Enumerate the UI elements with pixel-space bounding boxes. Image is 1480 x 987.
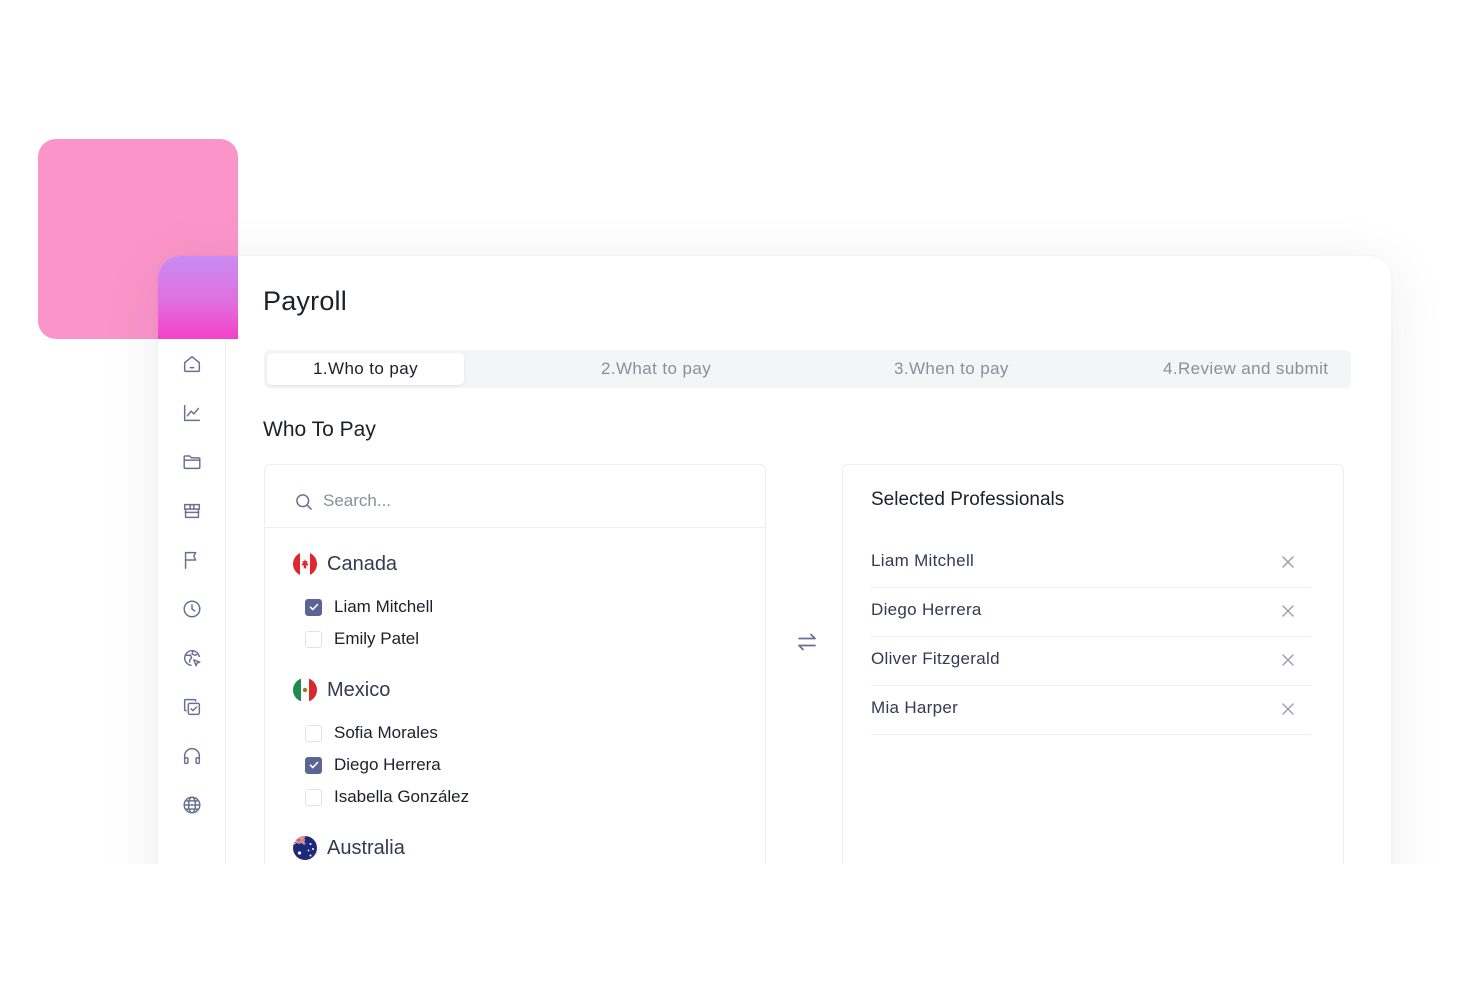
close-icon [1282,654,1294,666]
bottom-crop [0,864,1480,987]
stage: Payroll 1.Who to pay 2.What to pay 3.Whe… [0,0,1480,987]
check-icon [309,761,318,769]
selected-name: Liam Mitchell [871,551,975,570]
country-group-mexico: Mexico [293,678,390,702]
sidebar [158,256,226,956]
remove-diego-herrera-button[interactable] [1279,602,1297,620]
person-name: Sofia Morales [334,723,438,742]
home-icon[interactable] [180,352,204,376]
close-icon [1282,556,1294,568]
close-icon [1282,703,1294,715]
person-name: Isabella González [334,787,470,806]
country-group-australia: Australia [293,836,405,860]
step-who-to-pay[interactable]: 1.Who to pay [267,353,464,385]
checkbox-isabella-gonzalez[interactable] [305,788,322,806]
copy-check-icon[interactable] [180,695,204,719]
remove-mia-harper-button[interactable] [1279,700,1297,718]
selected-item: Mia Harper [871,686,1311,735]
decorative-gradient-corner [158,256,238,339]
selected-professionals-title: Selected Professionals [871,489,1065,510]
selected-item: Diego Herrera [871,588,1311,637]
person-name: Diego Herrera [334,755,441,774]
stepper: 1.Who to pay 2.What to pay 3.When to pay… [264,350,1351,388]
close-icon [1282,605,1294,617]
canada-flag-icon [293,552,317,576]
person-row-liam-mitchell[interactable]: Liam Mitchell [305,597,433,617]
search-bar [265,465,765,528]
store-icon[interactable] [180,499,204,523]
search-icon [296,494,312,510]
country-group-canada: Canada [293,552,397,576]
checkbox-diego-herrera[interactable] [305,756,322,774]
person-name: Liam Mitchell [334,597,434,616]
payroll-window: Payroll 1.Who to pay 2.What to pay 3.Whe… [158,256,1391,956]
chart-icon[interactable] [180,401,204,425]
country-label: Australia [327,836,405,859]
section-title: Who To Pay [263,418,376,441]
step-review-and-submit[interactable]: 4.Review and submit [1163,350,1328,388]
globe-cursor-icon[interactable] [180,646,204,670]
checkbox-emily-patel[interactable] [305,630,322,648]
step-when-to-pay[interactable]: 3.When to pay [894,350,1009,388]
australia-flag-icon [293,836,317,860]
page-title: Payroll [263,286,347,316]
checkbox-sofia-morales[interactable] [305,724,322,742]
checkbox-liam-mitchell[interactable] [305,598,322,616]
country-label: Mexico [327,678,391,701]
globe-icon[interactable] [180,793,204,817]
selected-item: Oliver Fitzgerald [871,637,1311,686]
person-row-sofia-morales[interactable]: Sofia Morales [305,723,438,743]
person-name: Emily Patel [334,629,420,648]
selected-item: Liam Mitchell [871,539,1311,588]
mexico-flag-icon [293,678,317,702]
step-what-to-pay[interactable]: 2.What to pay [601,350,711,388]
folder-icon[interactable] [180,450,204,474]
person-row-isabella-gonzalez[interactable]: Isabella González [305,787,469,807]
swap-arrows-icon[interactable] [795,630,819,654]
selected-name: Diego Herrera [871,600,982,619]
selected-name: Oliver Fitzgerald [871,649,1000,668]
remove-oliver-fitzgerald-button[interactable] [1279,651,1297,669]
check-icon [309,603,318,611]
country-label: Canada [327,552,398,575]
person-row-emily-patel[interactable]: Emily Patel [305,629,419,649]
person-row-diego-herrera[interactable]: Diego Herrera [305,755,441,775]
clock-icon[interactable] [180,597,204,621]
headphones-icon[interactable] [180,744,204,768]
search-input[interactable] [323,486,723,516]
remove-liam-mitchell-button[interactable] [1279,553,1297,571]
selected-name: Mia Harper [871,698,959,717]
flag-icon[interactable] [180,548,204,572]
